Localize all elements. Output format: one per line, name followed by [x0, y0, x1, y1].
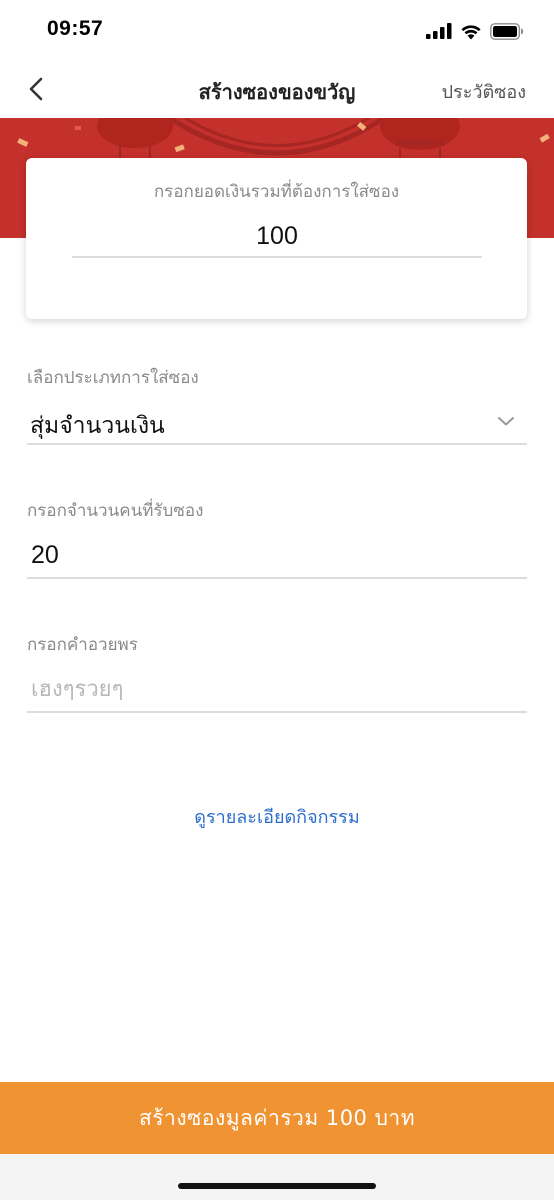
home-indicator-area — [0, 1154, 554, 1200]
status-bar: 09:57 — [0, 0, 554, 60]
create-envelope-button[interactable]: สร้างซองมูลค่ารวม 100 บาท — [0, 1082, 554, 1154]
envelope-history-link[interactable]: ประวัติซอง — [442, 77, 526, 106]
home-indicator[interactable] — [178, 1183, 376, 1189]
status-time: 09:57 — [47, 17, 104, 40]
envelope-type-value: สุ่มจำนวนเงิน — [30, 413, 165, 439]
activity-details-link[interactable]: ดูรายละเอียดกิจกรรม — [0, 802, 554, 831]
amount-card: กรอกยอดเงินรวมที่ต้องการใส่ซอง — [26, 158, 527, 319]
recipients-count-input[interactable] — [27, 533, 527, 577]
wish-message-label: กรอกคำอวยพร — [27, 635, 138, 655]
envelope-type-underline — [27, 443, 527, 445]
cellular-signal-icon — [426, 23, 452, 39]
wish-message-input[interactable] — [27, 667, 527, 711]
wifi-icon — [461, 24, 481, 39]
nav-bar: สร้างซองของขวัญ ประวัติซอง — [0, 60, 554, 118]
recipients-count-label: กรอกจำนวนคนที่รับซอง — [27, 501, 204, 521]
chevron-down-icon — [498, 417, 514, 426]
recipients-count-underline — [27, 577, 527, 579]
envelope-type-label: เลือกประเภทการใส่ซอง — [27, 368, 199, 388]
total-amount-input[interactable] — [72, 216, 482, 258]
battery-icon — [490, 22, 524, 40]
wish-message-underline — [27, 711, 527, 713]
status-icons — [426, 20, 524, 42]
total-amount-label: กรอกยอดเงินรวมที่ต้องการใส่ซอง — [153, 182, 400, 202]
